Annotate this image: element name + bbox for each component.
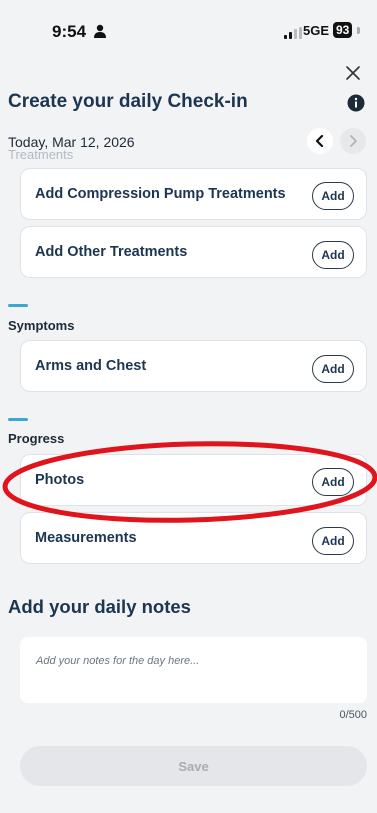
compression-pump-card[interactable]: Add Compression Pump Treatments Add	[20, 168, 367, 220]
chevron-left-icon	[315, 135, 324, 147]
section-divider	[8, 418, 28, 421]
date-label: Today, Mar 12, 2026	[8, 134, 135, 150]
other-treatments-card[interactable]: Add Other Treatments Add	[20, 226, 367, 278]
person-icon	[94, 24, 106, 43]
symptoms-heading: Symptoms	[8, 318, 75, 333]
battery-tip	[357, 27, 360, 34]
notes-placeholder: Add your notes for the day here...	[36, 655, 200, 667]
page-title: Create your daily Check-in	[8, 91, 248, 112]
status-bar: 9:54 5GE 93	[0, 0, 377, 62]
add-other-treatments-button[interactable]: Add	[312, 241, 354, 269]
next-day-button[interactable]	[340, 128, 366, 154]
close-icon[interactable]	[344, 64, 362, 87]
progress-heading: Progress	[8, 431, 65, 446]
notes-char-counter: 0/500	[339, 709, 367, 721]
info-icon[interactable]	[347, 94, 365, 117]
card-title: Arms and Chest	[35, 358, 147, 374]
chevron-right-icon	[350, 135, 357, 147]
add-photos-button[interactable]: Add	[312, 468, 354, 496]
notes-heading: Add your daily notes	[8, 596, 191, 617]
prev-day-button[interactable]	[307, 128, 333, 154]
save-button[interactable]: Save	[20, 746, 367, 786]
photos-card[interactable]: Photos Add	[20, 454, 367, 506]
measurements-card[interactable]: Measurements Add	[20, 512, 367, 564]
add-compression-pump-button[interactable]: Add	[312, 182, 354, 210]
signal-icon	[284, 26, 302, 44]
card-title: Add Other Treatments	[35, 244, 188, 260]
arms-chest-card[interactable]: Arms and Chest Add	[20, 340, 367, 392]
network-type: 5GE	[303, 23, 330, 38]
notes-input[interactable]: Add your notes for the day here...	[20, 637, 367, 703]
card-title: Measurements	[35, 530, 137, 546]
card-title: Photos	[35, 472, 85, 488]
battery-level: 93	[333, 22, 353, 38]
add-arms-chest-button[interactable]: Add	[312, 355, 354, 383]
add-measurements-button[interactable]: Add	[312, 527, 354, 555]
card-title: Add Compression Pump Treatments	[35, 186, 286, 202]
status-time: 9:54	[52, 22, 87, 41]
section-divider	[8, 304, 28, 307]
